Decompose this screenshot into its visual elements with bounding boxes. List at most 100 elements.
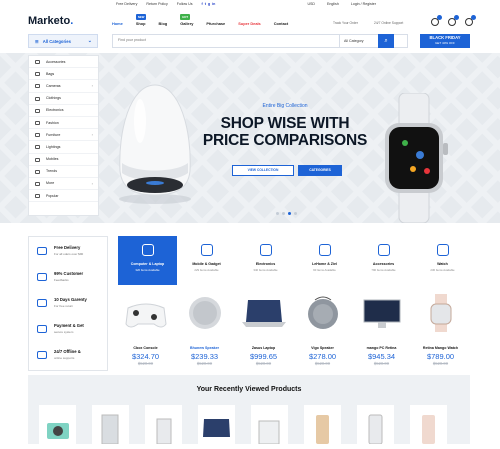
- sidebar-item-bags[interactable]: Bags: [29, 68, 98, 81]
- twitter-icon[interactable]: t: [205, 2, 206, 6]
- facebook-icon[interactable]: f: [202, 2, 203, 6]
- new-badge: NEW: [135, 14, 147, 20]
- nav-shop[interactable]: NEW Shop: [135, 14, 147, 26]
- sidebar-item-lightings[interactable]: Lightings: [29, 141, 98, 154]
- carousel-dot[interactable]: [276, 212, 279, 215]
- login-register-link[interactable]: Login / Register: [351, 2, 376, 6]
- carousel-dot[interactable]: [294, 212, 297, 215]
- nav-super-deals[interactable]: Super Deals: [238, 21, 261, 26]
- header: Marketo. Home NEW Shop Blog HOT Gallery Pf…: [0, 9, 500, 33]
- tab-label: Mobile & Gadget: [192, 262, 221, 266]
- categories-button[interactable]: CATEGORIES: [298, 165, 342, 176]
- product-card[interactable]: Zasus Laptop $999.65 $520.00: [234, 290, 293, 375]
- product-name[interactable]: Cbox Console: [116, 346, 175, 350]
- feature-feedback: 99% Customer Feedbacks: [37, 269, 107, 293]
- support-label: 24/7 Online Support: [373, 21, 404, 25]
- sidebar-item-furniture[interactable]: Furniture ›: [29, 129, 98, 142]
- menu-icon: ☰: [35, 38, 39, 44]
- sidebar-item-clothings[interactable]: Clothings: [29, 93, 98, 105]
- category-select[interactable]: All Category: [339, 35, 381, 47]
- sidebar-item-fashion[interactable]: Fashion: [29, 117, 98, 130]
- carousel-dot[interactable]: [282, 212, 285, 215]
- laptop-image: [203, 419, 230, 437]
- accessories-icon: [35, 60, 40, 64]
- free-delivery-link[interactable]: Free Delivery: [116, 2, 137, 6]
- carousel-dot-active[interactable]: [288, 212, 291, 215]
- recent-thumb[interactable]: [357, 405, 394, 445]
- top-bar: Free Delivery Return Policy Follow Us f …: [0, 0, 500, 9]
- feature-sub: For all oders over $90: [54, 252, 84, 256]
- support-icon: [37, 351, 47, 359]
- search-button[interactable]: ⌕: [378, 34, 394, 48]
- feature-garenty: 10 Days Garenty For free return: [37, 295, 107, 319]
- all-categories-button[interactable]: ☰ All Categories ⌄: [28, 34, 98, 48]
- tab-computer-laptop[interactable]: Computer & Laptop 320 Items Available: [118, 236, 177, 285]
- nav-label: Contact: [273, 21, 289, 26]
- language-select[interactable]: English: [327, 2, 339, 6]
- cart-count-icon: [471, 15, 476, 20]
- recent-thumb[interactable]: [39, 405, 76, 444]
- tab-lehome-ziel[interactable]: LeHome & Ziel 90 Items Available: [295, 236, 354, 285]
- tab-count: 790 Items Available: [371, 268, 396, 272]
- sidebar-item-label: Trends: [46, 169, 58, 174]
- recent-thumb[interactable]: [145, 405, 182, 445]
- track-order-link[interactable]: Track Your Order: [333, 21, 358, 25]
- appliance-image: [258, 420, 280, 445]
- sidebar-item-cameras[interactable]: Cameras ›: [29, 80, 98, 93]
- view-collection-button[interactable]: VIEW COLLECTION: [232, 165, 294, 176]
- product-card[interactable]: Vigo Speaker $278.00 $520.00: [293, 290, 352, 375]
- sidebar-item-accessories[interactable]: Accessories: [29, 56, 98, 69]
- product-card[interactable]: mango PC Retina $945.34 $520.00: [352, 290, 411, 375]
- compare-icon[interactable]: [448, 15, 459, 26]
- recent-thumb[interactable]: [198, 405, 235, 444]
- section-title: Your Recently Viewed Products: [196, 386, 302, 393]
- product-card[interactable]: Cbox Console $324.70 $520.00: [116, 290, 175, 375]
- nav-contact[interactable]: Contact: [274, 21, 288, 26]
- nav-label: Pfurchase: [206, 21, 226, 26]
- recent-thumb[interactable]: [304, 405, 341, 444]
- recent-thumb[interactable]: [92, 405, 129, 445]
- feature-sub: For free return: [54, 304, 74, 308]
- sidebar-item-popular[interactable]: Popular: [29, 190, 98, 203]
- sidebar-item-mobiles[interactable]: Mobiles: [29, 154, 98, 166]
- sidebar-item-trends[interactable]: Trends: [29, 166, 98, 178]
- product-name[interactable]: mango PC Retina: [352, 346, 411, 350]
- wishlist-icon[interactable]: [431, 15, 442, 26]
- product-name[interactable]: Vigo Speaker: [293, 346, 352, 350]
- accessories-icon: [377, 244, 390, 256]
- black-friday-banner[interactable]: BLACK FRIDAY GET 40% OFF: [420, 34, 470, 48]
- top-links: Free Delivery Return Policy Follow Us f …: [116, 2, 215, 6]
- product-name[interactable]: Bhunew Speaker: [175, 346, 234, 350]
- nav-pfurchase[interactable]: Pfurchase: [206, 21, 225, 26]
- tab-mobile-gadget[interactable]: Mobile & Gadget 229 Items Available: [177, 236, 236, 285]
- sidebar-item-electronics[interactable]: Electronics: [29, 105, 98, 117]
- nav-gallery[interactable]: HOT Gallery: [180, 14, 193, 26]
- chevron-down-icon: ⌄: [87, 38, 92, 44]
- product-card[interactable]: Bhunew Speaker $239.33 $520.00: [175, 290, 234, 375]
- product-name[interactable]: Retina Mango Watch: [411, 346, 470, 350]
- tablet-image: [156, 418, 172, 445]
- currency-select[interactable]: USD: [307, 2, 315, 6]
- nav-home[interactable]: Home: [112, 21, 123, 26]
- return-policy-link[interactable]: Return Policy: [146, 2, 167, 6]
- nav-blog[interactable]: Blog: [159, 21, 168, 26]
- product-name[interactable]: Zasus Laptop: [234, 346, 293, 350]
- tab-watch[interactable]: Watch 230 Items Available: [413, 236, 472, 285]
- google-icon[interactable]: g: [208, 2, 210, 6]
- payment-icon: [37, 325, 47, 333]
- sidebar-item-label: Fashion: [46, 120, 59, 125]
- sidebar-item-label: Accessories: [46, 59, 66, 64]
- search-box: All Category: [112, 34, 408, 48]
- search-input[interactable]: [118, 38, 318, 42]
- recent-thumb[interactable]: [410, 405, 447, 444]
- cart-icon[interactable]: [465, 15, 476, 26]
- feature-title: Free Delivery: [54, 245, 81, 250]
- linkedin-icon[interactable]: in: [212, 2, 215, 6]
- tab-accessories[interactable]: Accessories 790 Items Available: [354, 236, 413, 285]
- sidebar-item-more[interactable]: More ›: [29, 178, 98, 191]
- logo[interactable]: Marketo.: [28, 15, 73, 27]
- product-old-price: $520.00: [432, 361, 449, 366]
- recent-thumb[interactable]: [251, 405, 288, 445]
- tab-electronics[interactable]: Electronics 340 Items Available: [236, 236, 295, 285]
- product-card[interactable]: Retina Mango Watch $789.00 $520.00: [411, 290, 470, 375]
